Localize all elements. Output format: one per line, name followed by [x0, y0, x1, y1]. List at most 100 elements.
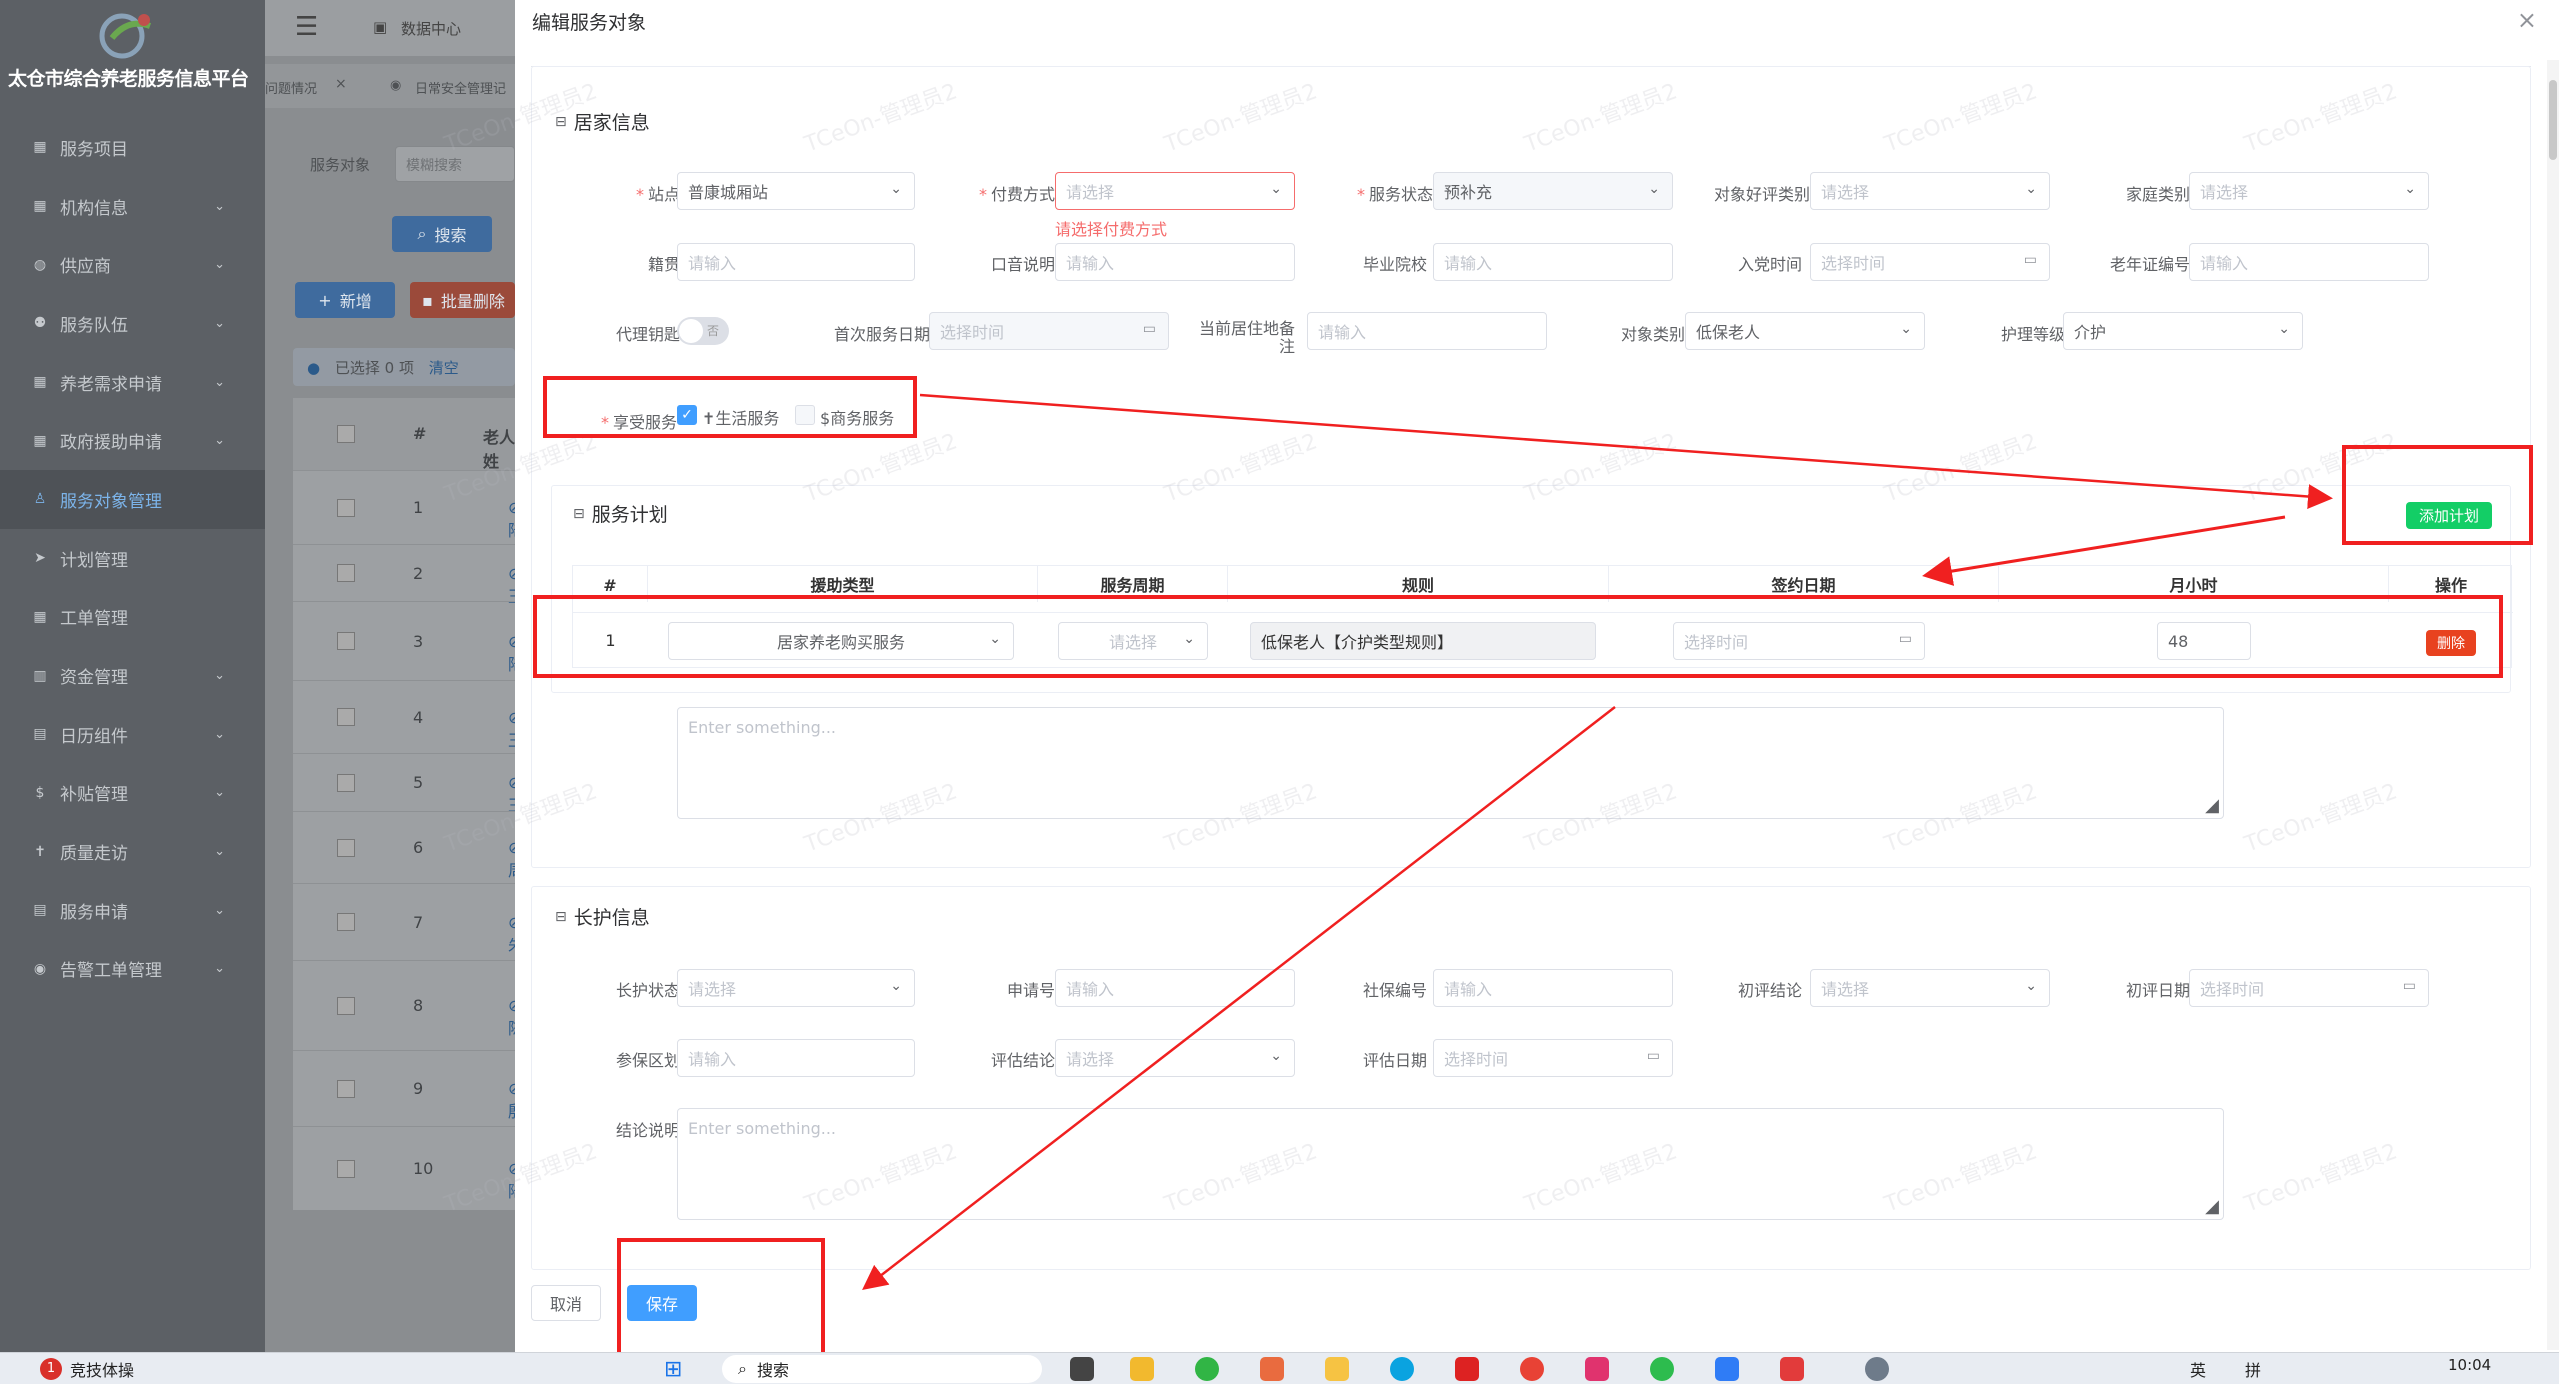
row-checkbox[interactable]	[337, 838, 355, 857]
windows-start-icon[interactable]: ⊞	[664, 1353, 682, 1384]
batch-delete-button[interactable]: ▪ 批量删除	[410, 282, 515, 318]
search-input[interactable]: 模糊搜索	[395, 146, 515, 182]
eval-conclusion-select[interactable]: 请选择 ⌄	[1055, 1039, 1295, 1077]
ltc-status-select[interactable]: 请选择 ⌄	[677, 969, 915, 1007]
monthly-hours-input[interactable]: 48	[2157, 622, 2251, 660]
search-button[interactable]: ⌕ 搜索	[392, 216, 492, 252]
table-row[interactable]: 7⊘朱	[293, 883, 524, 960]
delete-button[interactable]: 删除	[2426, 630, 2476, 656]
service-status-select[interactable]: 预补充 ⌄	[1433, 172, 1673, 210]
sidebar-item-7[interactable]: ➤ 计划管理	[0, 529, 265, 588]
row-checkbox[interactable]	[337, 1079, 355, 1098]
close-icon[interactable]: ×	[2517, 6, 2537, 34]
table-row[interactable]: 4⊘王	[293, 680, 524, 753]
table-row[interactable]: 2⊘王	[293, 544, 524, 606]
scrollbar[interactable]	[2547, 60, 2559, 1350]
object-type-select[interactable]: 低保老人 ⌄	[1685, 312, 1925, 350]
school-input[interactable]: 请输入	[1433, 243, 1673, 281]
save-button[interactable]: 保存	[627, 1285, 697, 1321]
ime-indicator[interactable]: 英	[2190, 1353, 2206, 1384]
row-checkbox[interactable]	[337, 498, 355, 517]
sidebar-item-1[interactable]: ▦ 机构信息 ⌄	[0, 177, 265, 236]
initial-date-picker[interactable]: 选择时间 ▭	[2189, 969, 2429, 1007]
tab-safety[interactable]: 日常安全管理记	[415, 78, 506, 97]
add-plan-button[interactable]: 添加计划	[2406, 502, 2492, 529]
clear-link[interactable]: 清空	[429, 359, 459, 377]
app-grid-icon[interactable]	[1780, 1357, 1804, 1381]
sidebar-item-5[interactable]: ▦ 政府援助申请 ⌄	[0, 411, 265, 470]
business-service-option[interactable]: $商务服务	[820, 405, 894, 429]
sidebar-item-13[interactable]: ▤ 服务申请 ⌄	[0, 881, 265, 940]
table-row[interactable]: 8⊘陈	[293, 960, 524, 1050]
sidebar-item-3[interactable]: ⚉ 服务队伍 ⌄	[0, 294, 265, 353]
cancel-button[interactable]: 取消	[531, 1285, 601, 1321]
ime-mode[interactable]: 拼	[2245, 1353, 2261, 1384]
row-checkbox[interactable]	[337, 996, 355, 1015]
first-service-picker[interactable]: 选择时间 ▭	[929, 312, 1169, 350]
app-icon[interactable]	[1325, 1357, 1349, 1381]
sidebar-item-9[interactable]: ▥ 资金管理 ⌄	[0, 646, 265, 705]
elder-cert-input[interactable]: 请输入	[2189, 243, 2429, 281]
sidebar-item-0[interactable]: ▦ 服务项目	[0, 118, 265, 177]
row-checkbox[interactable]	[337, 913, 355, 931]
table-row[interactable]: 5⊘王	[293, 753, 524, 815]
apply-no-input[interactable]: 请输入	[1055, 969, 1295, 1007]
scrollbar-thumb[interactable]	[2549, 80, 2557, 160]
app-red-icon[interactable]	[1455, 1357, 1479, 1381]
native-input[interactable]: 请输入	[677, 243, 915, 281]
row-checkbox[interactable]	[337, 564, 355, 582]
area-input[interactable]: 请输入	[677, 1039, 915, 1077]
description-textarea[interactable]: Enter something... ◢	[677, 707, 2224, 819]
care-level-select[interactable]: 介护 ⌄	[2063, 312, 2303, 350]
app-pink-icon[interactable]	[1585, 1357, 1609, 1381]
sidebar-item-6[interactable]: ♙ 服务对象管理	[0, 470, 265, 529]
sidebar-item-4[interactable]: ▦ 养老需求申请 ⌄	[0, 353, 265, 412]
file-explorer-icon[interactable]	[1130, 1357, 1154, 1381]
table-row[interactable]: 10⊘陆	[293, 1126, 524, 1210]
chrome-icon[interactable]	[1520, 1357, 1544, 1381]
aid-type-select[interactable]: 居家养老购买服务 ⌄	[668, 622, 1014, 660]
address-note-input[interactable]: 请输入	[1307, 312, 1547, 350]
row-checkbox[interactable]	[337, 773, 355, 792]
rule-input[interactable]: 低保老人【介护类型规则】	[1250, 622, 1596, 660]
sidebar-item-2[interactable]: ◍ 供应商 ⌄	[0, 235, 265, 294]
row-checkbox[interactable]	[337, 708, 355, 726]
wechat-icon[interactable]	[1195, 1357, 1219, 1381]
sign-date-picker[interactable]: 选择时间 ▭	[1673, 622, 1925, 660]
table-row[interactable]: 9⊘殷	[293, 1050, 524, 1126]
dialect-input[interactable]: 请输入	[1055, 243, 1295, 281]
taskbar-search[interactable]: ⌕ 搜索	[722, 1355, 1042, 1383]
add-button[interactable]: + 新增	[295, 282, 395, 318]
row-checkbox[interactable]	[337, 632, 355, 650]
app-blue-icon[interactable]	[1715, 1357, 1739, 1381]
initial-conclusion-select[interactable]: 请选择 ⌄	[1810, 969, 2050, 1007]
si-no-input[interactable]: 请输入	[1433, 969, 1673, 1007]
rating-type-select[interactable]: 请选择 ⌄	[1810, 172, 2050, 210]
select-all-checkbox[interactable]	[337, 425, 355, 443]
conclusion-textarea[interactable]: Enter something... ◢	[677, 1108, 2224, 1220]
payment-select[interactable]: 请选择 ⌄	[1055, 172, 1295, 210]
party-date-picker[interactable]: 选择时间 ▭	[1810, 243, 2050, 281]
row-checkbox[interactable]	[337, 1159, 355, 1178]
table-row[interactable]: 6⊘周	[293, 811, 524, 883]
menu-toggle-icon[interactable]: ☰	[295, 12, 318, 42]
family-type-select[interactable]: 请选择 ⌄	[2189, 172, 2429, 210]
weather-widget[interactable]: 1 竞技体操	[40, 1353, 134, 1384]
life-service-checkbox[interactable]: ✓	[677, 405, 697, 425]
table-row[interactable]: 3⊘陆	[293, 601, 524, 680]
cycle-select[interactable]: 请选择 ⌄	[1058, 622, 1208, 660]
edge-icon[interactable]	[1390, 1357, 1414, 1381]
sidebar-item-8[interactable]: ▦ 工单管理	[0, 588, 265, 647]
settings-icon[interactable]	[1865, 1357, 1889, 1381]
tab-problems[interactable]: 问题情况	[265, 78, 317, 97]
business-service-checkbox[interactable]	[795, 405, 815, 425]
clock[interactable]: 10:04	[2448, 1349, 2491, 1381]
station-select[interactable]: 普康城厢站 ⌄	[677, 172, 915, 210]
proxy-key-toggle[interactable]: 否	[677, 317, 729, 345]
taskview-icon[interactable]	[1070, 1357, 1094, 1381]
top-nav-data-center[interactable]: 数据中心	[401, 18, 461, 39]
sidebar-item-14[interactable]: ◉ 告警工单管理 ⌄	[0, 940, 265, 999]
eval-date-picker[interactable]: 选择时间 ▭	[1433, 1039, 1673, 1077]
sidebar-item-12[interactable]: ✝ 质量走访 ⌄	[0, 822, 265, 881]
life-service-option[interactable]: ✝生活服务	[702, 405, 779, 429]
